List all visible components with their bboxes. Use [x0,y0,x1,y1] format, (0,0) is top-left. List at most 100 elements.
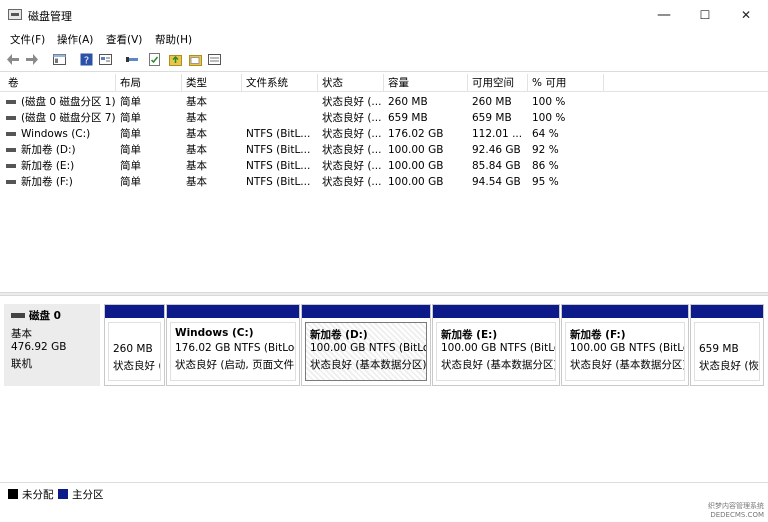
partition-status: 状态良好 (基本数据分区) [441,359,556,371]
volume-free-space: 260 MB [472,96,512,108]
svg-text:?: ? [84,56,89,67]
check-icon[interactable] [147,52,162,67]
volume-type: 基本 [186,176,207,188]
volume-free-space: 112.01 ... [472,128,523,140]
drive-icon [6,148,16,152]
connect-icon[interactable] [125,52,140,67]
column-header-free-space[interactable]: 可用空间 [468,74,528,92]
console-tree-icon[interactable] [52,52,67,67]
forward-arrow-icon[interactable] [24,52,39,67]
watermark-line-2: DEDECMS.COM [710,511,764,519]
partition-new-volume-f[interactable]: 新加卷 (F:) 100.00 GB NTFS (BitLocl 状态良好 (基… [561,304,689,386]
help-icon[interactable]: ? [79,52,94,67]
volume-row-partition-7[interactable]: (磁盘 0 磁盘分区 7) 简单 基本 状态良好 (... 659 MB 659… [0,110,768,126]
volume-layout: 简单 [120,96,141,108]
menu-action[interactable]: 操作(A) [57,32,93,47]
disk-icon [11,313,25,318]
drive-icon [6,180,16,184]
legend: 未分配 主分区 织梦内容管理系统 DEDECMS.COM [0,482,768,522]
column-header-filesystem[interactable]: 文件系统 [242,74,318,92]
volume-percent-free: 100 % [532,96,566,108]
column-header-volume[interactable]: 卷 [4,74,116,92]
disk-size: 476.92 GB [11,341,67,353]
volume-percent-free: 92 % [532,144,559,156]
partition-size: 100.00 GB NTFS (BitLocl [441,342,555,354]
partition-windows-c[interactable]: Windows (C:) 176.02 GB NTFS (BitLocke 状态… [166,304,300,386]
detail-view-icon[interactable] [207,52,222,67]
volume-name: Windows (C:) [21,128,91,140]
partition-size: 100.00 GB NTFS (BitLocl [310,342,427,354]
properties-icon[interactable] [98,52,113,67]
primary-partition-band [562,305,688,318]
partition-1[interactable]: 260 MB 状态良好 ( [104,304,165,386]
legend-unallocated: 未分配 [22,489,54,501]
disk-name: 磁盘 0 [29,310,61,322]
volume-filesystem [242,110,318,126]
volume-row-new-volume-e[interactable]: 新加卷 (E:) 简单 基本 NTFS (BitL... 状态良好 (... 1… [0,158,768,174]
volume-list: 卷 布局 类型 文件系统 状态 容量 可用空间 % 可用 (磁盘 0 磁盘分区 … [0,74,768,290]
menu-file[interactable]: 文件(F) [10,32,45,47]
partition-status: 状态良好 (基本数据分区) [310,359,427,371]
drive-icon [6,116,16,120]
disk-type: 基本 [11,328,32,340]
primary-partition-band [302,305,430,318]
volume-type: 基本 [186,128,207,140]
partition-size: 100.00 GB NTFS (BitLocl [570,342,684,354]
volume-free-space: 92.46 GB [472,144,521,156]
volume-capacity: 659 MB [388,112,428,124]
partition-status: 状态良好 (恢 [699,360,759,372]
drive-icon [6,100,16,104]
column-header-percent-free[interactable]: % 可用 [528,74,604,92]
volume-filesystem: NTFS (BitL... [246,160,311,172]
menu-bar: 文件(F) 操作(A) 查看(V) 帮助(H) [0,30,768,48]
volume-free-space: 85.84 GB [472,160,521,172]
volume-name: (磁盘 0 磁盘分区 7) [21,112,116,124]
back-arrow-icon[interactable] [6,52,21,67]
volume-capacity: 100.00 GB [388,176,444,188]
volume-percent-free: 86 % [532,160,559,172]
partition-new-volume-d[interactable]: 新加卷 (D:) 100.00 GB NTFS (BitLocl 状态良好 (基… [301,304,431,386]
partition-status: 状态良好 (基本数据分区) [570,359,685,371]
menu-help[interactable]: 帮助(H) [155,32,192,47]
close-button[interactable]: ✕ [726,0,766,30]
volume-name: 新加卷 (E:) [21,160,75,172]
partition-title: Windows (C:) [175,327,254,339]
volume-row-new-volume-d[interactable]: 新加卷 (D:) 简单 基本 NTFS (BitL... 状态良好 (... 1… [0,142,768,158]
toolbar: ? [0,48,768,72]
partition-title: 新加卷 (E:) [441,329,498,341]
partition-size: 260 MB [113,343,153,355]
volume-name: 新加卷 (F:) [21,176,73,188]
column-header-capacity[interactable]: 容量 [384,74,468,92]
maximize-button[interactable]: ☐ [685,0,725,30]
partition-new-volume-e[interactable]: 新加卷 (E:) 100.00 GB NTFS (BitLocl 状态良好 (基… [432,304,560,386]
volume-layout: 简单 [120,128,141,140]
partition-size: 176.02 GB NTFS (BitLocke [175,342,295,354]
volume-row-windows-c[interactable]: Windows (C:) 简单 基本 NTFS (BitL... 状态良好 (.… [0,126,768,142]
volume-name: 新加卷 (D:) [21,144,76,156]
folder-icon[interactable] [188,52,203,67]
volume-type: 基本 [186,112,207,124]
volume-status: 状态良好 (... [322,176,382,188]
minimize-button[interactable]: — [644,0,684,30]
volume-capacity: 100.00 GB [388,160,444,172]
watermark: 织梦内容管理系统 DEDECMS.COM [708,502,764,520]
folder-up-icon[interactable] [168,52,183,67]
volume-row-partition-1[interactable]: (磁盘 0 磁盘分区 1) 简单 基本 状态良好 (... 260 MB 260… [0,94,768,110]
watermark-line-1: 织梦内容管理系统 [708,502,764,510]
volume-status: 状态良好 (... [322,96,382,108]
disk-management-app-icon [8,9,22,20]
primary-partition-band [167,305,299,318]
column-header-layout[interactable]: 布局 [116,74,182,92]
column-header-status[interactable]: 状态 [318,74,384,92]
column-header-type[interactable]: 类型 [182,74,242,92]
volume-percent-free: 64 % [532,128,559,140]
volume-layout: 简单 [120,144,141,156]
volume-percent-free: 95 % [532,176,559,188]
partition-recovery[interactable]: 659 MB 状态良好 (恢 [690,304,764,386]
volume-row-new-volume-f[interactable]: 新加卷 (F:) 简单 基本 NTFS (BitL... 状态良好 (... 1… [0,174,768,190]
volume-capacity: 176.02 GB [388,128,444,140]
menu-view[interactable]: 查看(V) [106,32,142,47]
volume-percent-free: 100 % [532,112,566,124]
disk-status: 联机 [11,358,32,370]
disk-0-info[interactable]: 磁盘 0 基本 476.92 GB 联机 [4,304,100,386]
